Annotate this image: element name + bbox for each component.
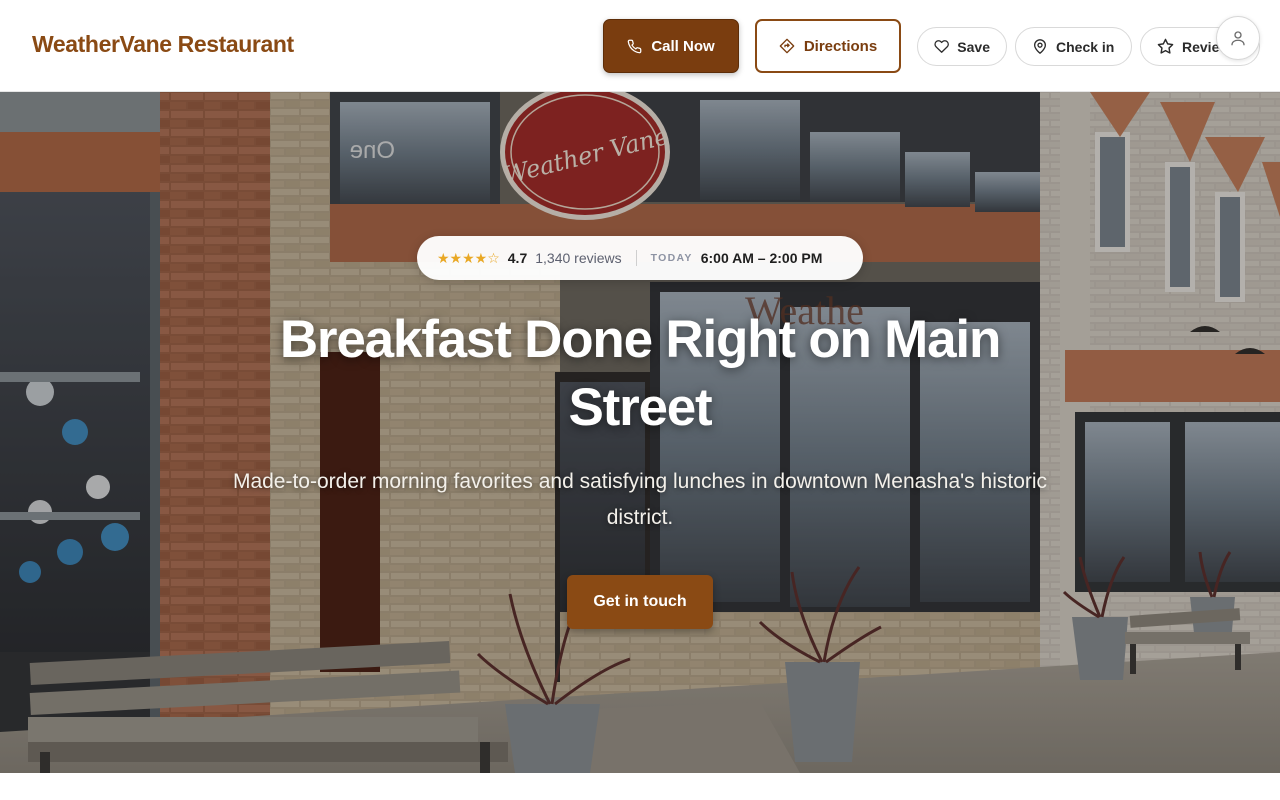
check-in-label: Check in (1056, 38, 1115, 55)
save-button[interactable]: Save (917, 27, 1007, 66)
page-bottom-strip (0, 773, 1280, 800)
hero-subheadline: Made-to-order morning favorites and sati… (232, 470, 1048, 529)
brand-logo[interactable]: WeatherVane Restaurant (32, 31, 294, 58)
divider (635, 250, 637, 266)
today-label: TODAY (650, 252, 693, 264)
hero-headline: Breakfast Done Right on Main Street (279, 310, 1001, 437)
directions-button[interactable]: Directions (755, 19, 901, 73)
hero-section: One Weathe Weather Vane ★★★★☆ 4.7 1,340 … (0, 92, 1280, 773)
get-in-touch-button[interactable]: Get in touch (567, 575, 713, 629)
account-avatar-button[interactable] (1216, 16, 1260, 60)
site-header: WeatherVane Restaurant Call Now Directio… (0, 0, 1280, 92)
rating-value: 4.7 (507, 250, 528, 266)
call-now-label: Call Now (651, 37, 715, 55)
directions-icon (779, 38, 795, 54)
user-icon (1231, 31, 1245, 46)
check-in-button[interactable]: Check in (1015, 27, 1132, 66)
rating-stars-icon: ★★★★☆ (437, 249, 500, 266)
review-count-link[interactable]: 1,340 reviews (535, 250, 621, 266)
directions-label: Directions (803, 37, 878, 55)
call-now-button[interactable]: Call Now (603, 19, 739, 73)
heart-icon (934, 40, 949, 53)
phone-icon (628, 39, 642, 53)
save-label: Save (957, 38, 990, 55)
rating-hours-pill: ★★★★☆ 4.7 1,340 reviews TODAY 6:00 AM – … (417, 236, 863, 280)
map-pin-icon (1034, 39, 1046, 54)
opening-hours: 6:00 AM – 2:00 PM (700, 250, 823, 266)
star-icon (1157, 38, 1174, 54)
